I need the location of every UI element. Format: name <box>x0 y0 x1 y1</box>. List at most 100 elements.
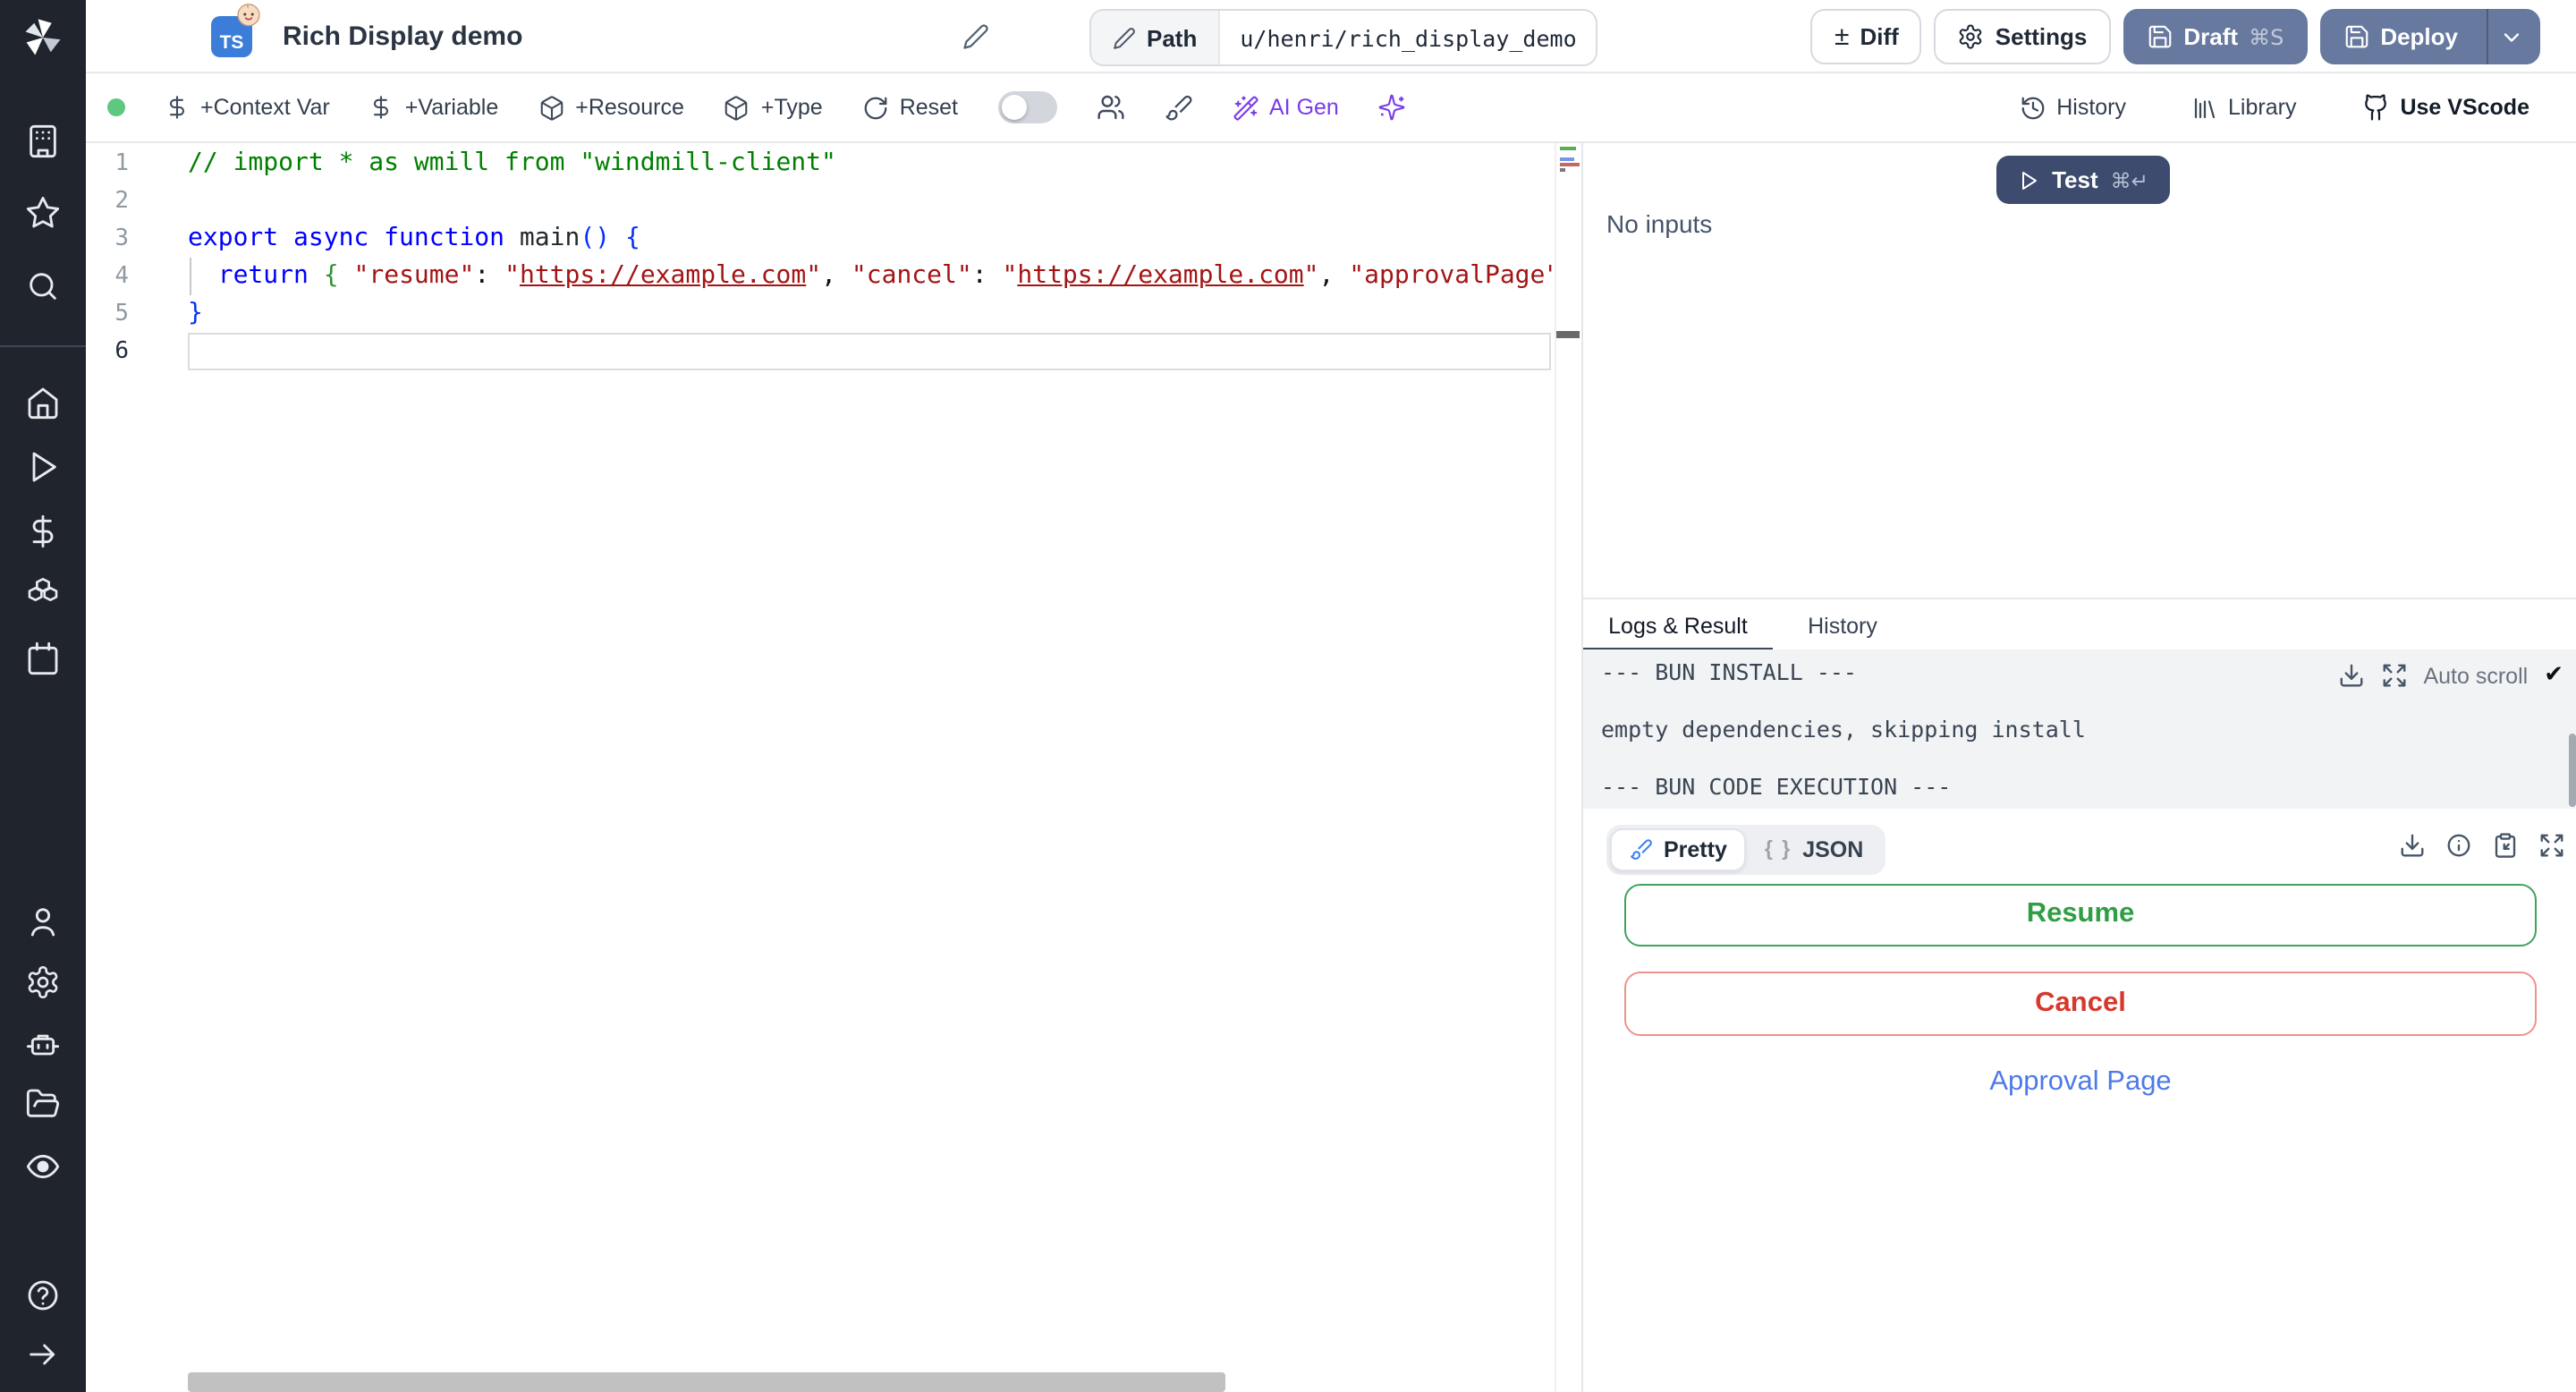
sparkles-icon[interactable] <box>1378 93 1407 122</box>
cancel-button[interactable]: Cancel <box>1624 972 2537 1035</box>
add-type-button[interactable]: +Type <box>724 94 823 121</box>
code-line: export async function main() { <box>188 224 640 252</box>
info-icon[interactable] <box>2445 831 2472 858</box>
add-resource-button[interactable]: +Resource <box>538 94 684 121</box>
result-view-toggle: Pretty { } JSON <box>1606 824 1885 874</box>
expand-result-icon[interactable] <box>2538 831 2565 858</box>
expand-logs-icon[interactable] <box>2380 662 2407 689</box>
code-line: // import * as wmill from "windmill-clie… <box>188 149 836 177</box>
minimap-mark <box>1560 163 1580 166</box>
sidebar <box>0 0 86 1392</box>
multiplayer-users-icon[interactable] <box>1096 93 1124 122</box>
tab-history[interactable]: History <box>1773 599 1912 651</box>
runs-icon[interactable] <box>25 449 61 485</box>
save-icon <box>2146 23 2173 50</box>
copy-result-icon[interactable] <box>2492 831 2519 858</box>
home-icon[interactable] <box>25 385 61 420</box>
draft-button[interactable]: Draft ⌘S <box>2123 9 2308 64</box>
history-button[interactable]: History <box>2019 94 2126 121</box>
braces-icon: { } <box>1764 838 1792 860</box>
play-icon <box>2018 169 2039 191</box>
indent-guide <box>189 258 191 295</box>
line-number: 4 <box>114 263 129 290</box>
editor-hscrollbar[interactable] <box>188 1371 1225 1392</box>
multiplayer-toggle[interactable] <box>997 91 1056 123</box>
chevron-down-icon[interactable] <box>2499 24 2524 49</box>
windmill-logo[interactable] <box>20 14 66 61</box>
workers-icon[interactable] <box>25 1027 61 1063</box>
favorites-icon[interactable] <box>25 195 61 231</box>
approval-page-link[interactable]: Approval Page <box>1583 1065 2576 1098</box>
folders-icon[interactable] <box>25 1086 61 1122</box>
header: TS Rich Display demo Path u/henri/rich_d… <box>86 0 2576 73</box>
download-logs-icon[interactable] <box>2337 662 2364 689</box>
workspace-icon[interactable] <box>25 123 61 159</box>
minimap-mark <box>1560 157 1574 161</box>
reset-button[interactable]: Reset <box>862 94 958 121</box>
add-variable-button[interactable]: +Variable <box>369 95 498 120</box>
line-number: 2 <box>114 188 129 215</box>
line-number: 1 <box>114 150 129 177</box>
editor-gutter: 1 2 3 4 5 6 <box>86 145 188 370</box>
line-number: 3 <box>114 225 129 252</box>
language-status-dot <box>107 98 125 116</box>
path-value: u/henri/rich_display_demo <box>1240 24 1577 51</box>
editor-toolbar: +Context Var +Variable +Resource +Type R… <box>86 73 2576 143</box>
line-number: 5 <box>114 301 129 327</box>
logs-icon[interactable] <box>25 1149 61 1184</box>
draft-shortcut: ⌘S <box>2249 24 2284 49</box>
code-editor[interactable]: 1 2 3 4 5 6 // import * as wmill from "windmi… <box>86 143 1581 1392</box>
page-title: Rich Display demo <box>283 21 523 52</box>
gear-icon <box>1958 23 1985 50</box>
add-context-var-button[interactable]: +Context Var <box>165 95 330 120</box>
resources-icon[interactable] <box>25 576 61 612</box>
path-label: Path <box>1091 11 1221 64</box>
current-line-highlight <box>188 333 1551 370</box>
test-button[interactable]: Test ⌘↵ <box>1996 156 2170 204</box>
path-pencil-icon <box>1113 26 1136 49</box>
log-line: empty dependencies, skipping install <box>1601 716 2086 743</box>
code-line: return { "resume": "https://example.com"… <box>217 261 1553 290</box>
diff-button[interactable]: ± Diff <box>1810 9 1922 64</box>
minimap-cursor-mark <box>1556 331 1580 337</box>
auto-scroll-label[interactable]: Auto scroll <box>2423 663 2528 688</box>
settings-button[interactable]: Settings <box>1934 9 2111 64</box>
tab-logs-result[interactable]: Logs & Result <box>1583 599 1773 651</box>
path-editor[interactable]: Path u/henri/rich_display_demo <box>1089 9 1598 66</box>
sidebar-divider <box>0 345 86 347</box>
format-brush-icon[interactable] <box>1164 93 1192 122</box>
library-button[interactable]: Library <box>2190 94 2296 121</box>
windmill-script-editor: TS Rich Display demo Path u/henri/rich_d… <box>0 0 2576 1392</box>
search-icon[interactable] <box>25 268 61 304</box>
expand-sidebar-icon[interactable] <box>25 1337 61 1372</box>
no-inputs-label: No inputs <box>1606 209 1713 238</box>
deploy-button[interactable]: Deploy <box>2319 9 2540 64</box>
settings-icon[interactable] <box>25 964 61 1000</box>
resume-button[interactable]: Resume <box>1624 883 2537 946</box>
download-result-icon[interactable] <box>2399 831 2426 858</box>
schedules-icon[interactable] <box>25 641 61 676</box>
editor-minimap[interactable] <box>1555 143 1581 1392</box>
help-icon[interactable] <box>25 1277 61 1313</box>
result-tabs: Logs & Result History <box>1583 598 2576 651</box>
json-toggle[interactable]: { } JSON <box>1747 828 1881 870</box>
diff-icon: ± <box>1834 21 1850 52</box>
auto-scroll-check-icon[interactable]: ✔ <box>2544 664 2563 687</box>
deploy-separator <box>2487 9 2488 64</box>
rename-pencil-icon[interactable] <box>962 23 989 50</box>
variables-icon[interactable] <box>25 514 61 549</box>
pretty-toggle[interactable]: Pretty <box>1610 828 1747 870</box>
log-scrollbar[interactable] <box>2568 734 2576 807</box>
use-vscode-button[interactable]: Use VScode <box>2360 93 2529 122</box>
log-line: --- BUN CODE EXECUTION --- <box>1601 773 1952 800</box>
minimap-mark <box>1560 168 1565 172</box>
baby-emoji <box>236 2 261 27</box>
ai-gen-button[interactable]: AI Gen <box>1232 94 1339 121</box>
brush-icon <box>1630 837 1653 861</box>
code-line: } <box>188 299 203 327</box>
user-icon[interactable] <box>25 904 61 939</box>
minimap-mark <box>1560 147 1576 150</box>
